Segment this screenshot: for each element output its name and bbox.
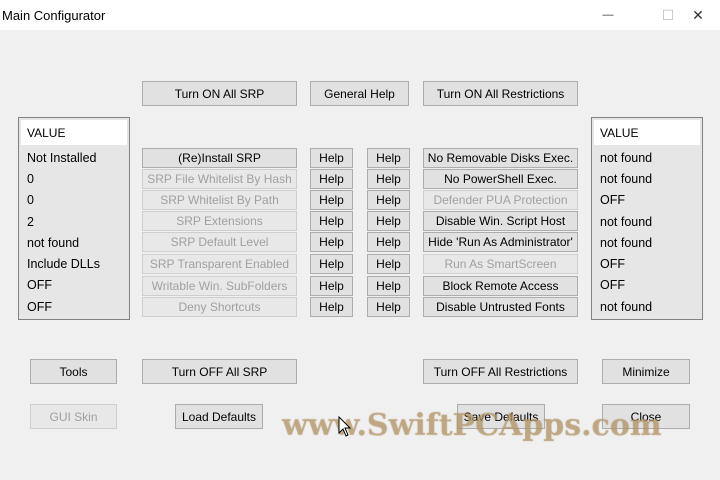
help-button-restriction-6[interactable]: Help — [367, 254, 410, 274]
help-button-srp-5[interactable]: Help — [310, 232, 353, 252]
help-button-srp-6[interactable]: Help — [310, 254, 353, 274]
gui-skin-button[interactable]: GUI Skin — [30, 404, 117, 429]
tools-button[interactable]: Tools — [30, 359, 117, 384]
hide-run-as-administrator-button[interactable]: Hide 'Run As Administrator' — [423, 232, 578, 252]
defender-pua-protection-button[interactable]: Defender PUA Protection — [423, 190, 578, 210]
no-removable-disks-exec-button[interactable]: No Removable Disks Exec. — [423, 148, 578, 168]
help-button-srp-1[interactable]: Help — [310, 148, 353, 168]
list-item[interactable]: not found — [27, 236, 79, 250]
list-item[interactable]: 0 — [27, 193, 34, 207]
writable-win-subfolders-button[interactable]: Writable Win. SubFolders — [142, 276, 297, 296]
list-item[interactable]: not found — [600, 300, 652, 314]
close-icon: ✕ — [692, 6, 704, 23]
help-button-restriction-5[interactable]: Help — [367, 232, 410, 252]
deny-shortcuts-button[interactable]: Deny Shortcuts — [142, 297, 297, 317]
srp-default-level-button[interactable]: SRP Default Level — [142, 232, 297, 252]
list-item[interactable]: Include DLLs — [27, 257, 100, 271]
close-window-button[interactable]: ✕ — [676, 2, 720, 28]
right-list-header: VALUE — [594, 120, 700, 145]
list-item[interactable]: not found — [600, 236, 652, 250]
help-button-restriction-4[interactable]: Help — [367, 211, 410, 231]
maximize-icon: ☐ — [661, 6, 675, 23]
list-item[interactable]: 2 — [27, 215, 34, 229]
left-value-list[interactable]: VALUE Not Installed 0 0 2 not found Incl… — [18, 117, 130, 320]
mouse-cursor-icon — [338, 416, 352, 437]
minimize-icon: — — [602, 9, 614, 21]
srp-file-whitelist-hash-button[interactable]: SRP File Whitelist By Hash — [142, 169, 297, 189]
disable-win-script-host-button[interactable]: Disable Win. Script Host — [423, 211, 578, 231]
block-remote-access-button[interactable]: Block Remote Access — [423, 276, 578, 296]
turn-on-all-restrictions-button[interactable]: Turn ON All Restrictions — [423, 81, 578, 106]
help-button-restriction-8[interactable]: Help — [367, 297, 410, 317]
reinstall-srp-button[interactable]: (Re)Install SRP — [142, 148, 297, 168]
srp-extensions-button[interactable]: SRP Extensions — [142, 211, 297, 231]
list-item[interactable]: OFF — [27, 278, 52, 292]
help-button-srp-8[interactable]: Help — [310, 297, 353, 317]
general-help-button[interactable]: General Help — [310, 81, 409, 106]
list-item[interactable]: OFF — [27, 300, 52, 314]
list-item[interactable]: not found — [600, 172, 652, 186]
no-powershell-exec-button[interactable]: No PowerShell Exec. — [423, 169, 578, 189]
srp-whitelist-path-button[interactable]: SRP Whitelist By Path — [142, 190, 297, 210]
help-button-srp-2[interactable]: Help — [310, 169, 353, 189]
list-item[interactable]: Not Installed — [27, 151, 96, 165]
help-button-restriction-3[interactable]: Help — [367, 190, 410, 210]
run-as-smartscreen-button[interactable]: Run As SmartScreen — [423, 254, 578, 274]
left-list-header: VALUE — [21, 120, 127, 145]
right-value-list[interactable]: VALUE not found not found OFF not found … — [591, 117, 703, 320]
title-bar: Main Configurator — ☐ ✕ — [0, 0, 720, 30]
help-button-restriction-7[interactable]: Help — [367, 276, 410, 296]
minimize-window-button[interactable]: — — [586, 2, 630, 28]
list-item[interactable]: 0 — [27, 172, 34, 186]
list-item[interactable]: not found — [600, 151, 652, 165]
help-button-srp-3[interactable]: Help — [310, 190, 353, 210]
srp-transparent-enabled-button[interactable]: SRP Transparent Enabled — [142, 254, 297, 274]
window-title: Main Configurator — [2, 8, 106, 23]
disable-untrusted-fonts-button[interactable]: Disable Untrusted Fonts — [423, 297, 578, 317]
list-item[interactable]: OFF — [600, 278, 625, 292]
turn-off-all-restrictions-button[interactable]: Turn OFF All Restrictions — [423, 359, 578, 384]
turn-off-all-srp-button[interactable]: Turn OFF All SRP — [142, 359, 297, 384]
help-button-restriction-1[interactable]: Help — [367, 148, 410, 168]
list-item[interactable]: OFF — [600, 257, 625, 271]
list-item[interactable]: not found — [600, 215, 652, 229]
help-button-srp-7[interactable]: Help — [310, 276, 353, 296]
help-button-srp-4[interactable]: Help — [310, 211, 353, 231]
minimize-button[interactable]: Minimize — [602, 359, 690, 384]
load-defaults-button[interactable]: Load Defaults — [175, 404, 263, 429]
turn-on-all-srp-button[interactable]: Turn ON All SRP — [142, 81, 297, 106]
list-item[interactable]: OFF — [600, 193, 625, 207]
help-button-restriction-2[interactable]: Help — [367, 169, 410, 189]
